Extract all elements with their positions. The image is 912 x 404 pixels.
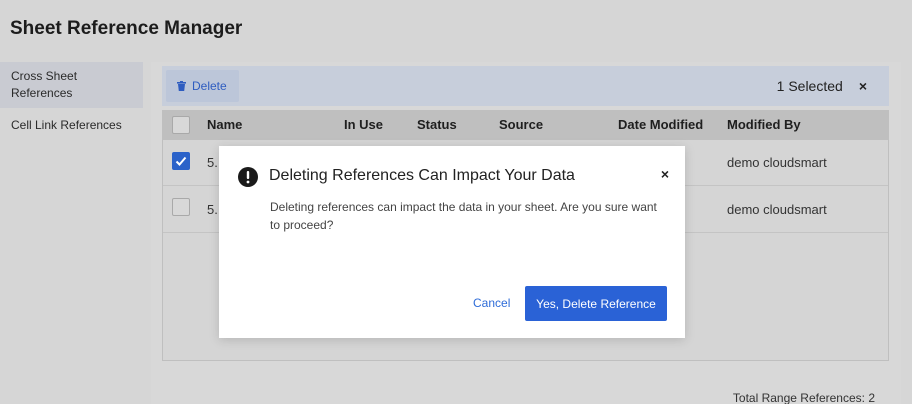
sidebar-item-cell-link-references[interactable]: Cell Link References: [0, 111, 150, 140]
column-header-date-modified[interactable]: Date Modified: [618, 117, 703, 132]
sidebar-item-cross-sheet-references[interactable]: Cross Sheet References: [0, 62, 143, 108]
selected-count-label: 1 Selected: [776, 78, 843, 94]
select-all-checkbox[interactable]: [172, 116, 190, 134]
delete-confirm-modal: Deleting References Can Impact Your Data…: [219, 146, 685, 338]
page-title: Sheet Reference Manager: [10, 18, 243, 39]
close-icon[interactable]: ×: [661, 166, 669, 182]
modal-message: Deleting references can impact the data …: [270, 200, 657, 232]
delete-button[interactable]: Delete: [166, 70, 239, 102]
alert-icon: [238, 167, 258, 187]
column-header-name[interactable]: Name: [207, 117, 242, 132]
delete-button-label: Delete: [192, 79, 227, 93]
selected-count: 1 Selected ×: [777, 78, 867, 94]
column-header-status[interactable]: Status: [417, 117, 457, 132]
row-checkbox-checked[interactable]: [172, 152, 190, 170]
cancel-button[interactable]: Cancel: [473, 296, 510, 310]
confirm-delete-button[interactable]: Yes, Delete Reference: [525, 286, 667, 321]
row-checkbox[interactable]: [172, 198, 190, 216]
total-range-references: Total Range References: 2: [732, 391, 875, 404]
trash-icon: [177, 81, 186, 91]
sidebar: Cross Sheet References Cell Link Referen…: [0, 62, 150, 140]
row-modified-by: demo cloudsmart: [727, 202, 827, 217]
column-header-modified-by[interactable]: Modified By: [727, 117, 801, 132]
table-header: Name In Use Status Source Date Modified …: [163, 111, 888, 140]
row-modified-by: demo cloudsmart: [727, 155, 827, 170]
column-header-in-use[interactable]: In Use: [344, 117, 383, 132]
modal-title: Deleting References Can Impact Your Data: [269, 167, 575, 184]
clear-selection-icon[interactable]: ×: [859, 78, 867, 94]
toolbar: Delete 1 Selected ×: [162, 66, 889, 106]
checkmark-icon: [175, 156, 187, 166]
column-header-source[interactable]: Source: [499, 117, 543, 132]
